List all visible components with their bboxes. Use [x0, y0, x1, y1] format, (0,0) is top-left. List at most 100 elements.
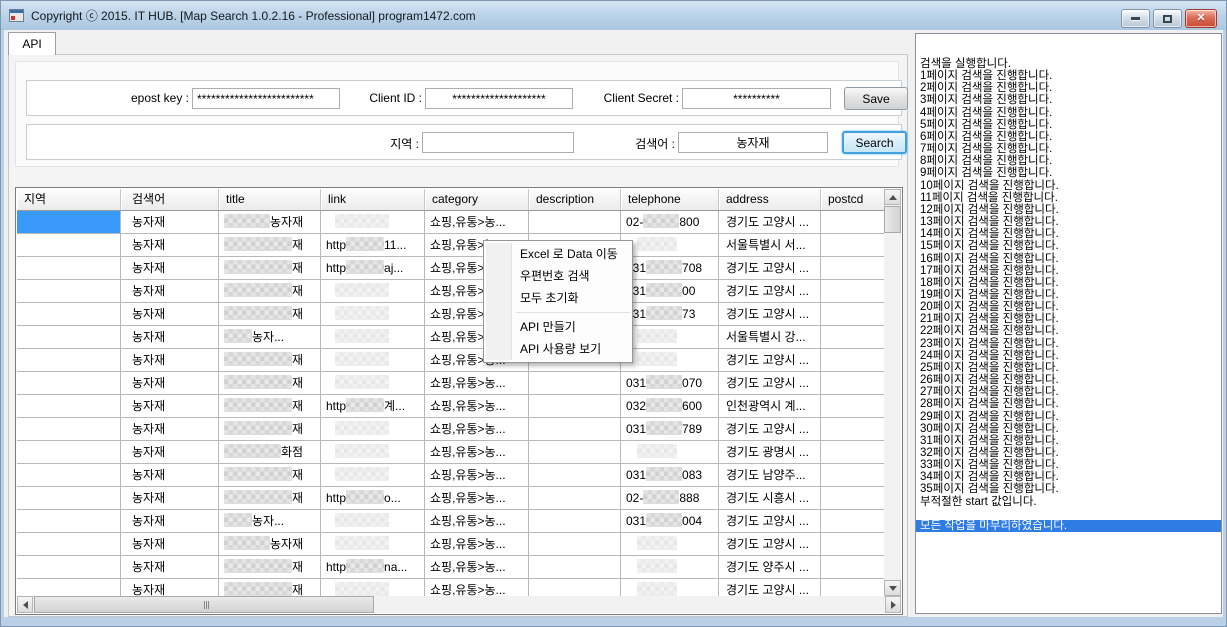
scroll-up-button[interactable]: [884, 189, 901, 205]
cell-category[interactable]: 쇼핑,유통>농...: [425, 418, 529, 441]
cell-keyword[interactable]: 농자재: [121, 533, 219, 556]
log-line[interactable]: 5페이지 검색을 진행합니다.: [920, 119, 1221, 131]
column-header-postcd[interactable]: postcd: [821, 189, 885, 210]
cell-address[interactable]: 경기도 남양주...: [719, 464, 821, 487]
cell-link[interactable]: [321, 418, 425, 441]
cell-keyword[interactable]: 농자재: [121, 372, 219, 395]
cell-region[interactable]: [17, 257, 121, 280]
cell-telephone[interactable]: 031708: [621, 257, 719, 280]
cell-telephone[interactable]: 031070: [621, 372, 719, 395]
log-line[interactable]: 6페이지 검색을 진행합니다.: [920, 131, 1221, 143]
log-line[interactable]: 3페이지 검색을 진행합니다.: [920, 94, 1221, 106]
log-line[interactable]: 12페이지 검색을 진행합니다.: [920, 204, 1221, 216]
cell-telephone[interactable]: [621, 533, 719, 556]
log-line[interactable]: 19페이지 검색을 진행합니다.: [920, 289, 1221, 301]
cell-keyword[interactable]: 농자재: [121, 326, 219, 349]
log-line[interactable]: 26페이지 검색을 진행합니다.: [920, 374, 1221, 386]
cell-keyword[interactable]: 농자재: [121, 579, 219, 596]
log-line[interactable]: 33페이지 검색을 진행합니다.: [920, 459, 1221, 471]
cell-keyword[interactable]: 농자재: [121, 556, 219, 579]
menu-item-excel-export[interactable]: Excel 로 Data 이동: [484, 243, 632, 265]
cell-postcd[interactable]: [821, 533, 884, 556]
cell-category[interactable]: 쇼핑,유통>농...: [425, 510, 529, 533]
tab-api[interactable]: API: [8, 32, 56, 55]
cell-telephone[interactable]: 02-800: [621, 211, 719, 234]
cell-telephone[interactable]: [621, 556, 719, 579]
cell-keyword[interactable]: 농자재: [121, 257, 219, 280]
cell-link[interactable]: [321, 533, 425, 556]
cell-link[interactable]: [321, 303, 425, 326]
cell-address[interactable]: 경기도 시흥시 ...: [719, 487, 821, 510]
cell-telephone[interactable]: 03100: [621, 280, 719, 303]
cell-telephone[interactable]: [621, 234, 719, 257]
cell-address[interactable]: 경기도 고양시 ...: [719, 418, 821, 441]
cell-category[interactable]: 쇼핑,유통>농...: [425, 556, 529, 579]
cell-telephone[interactable]: 031789: [621, 418, 719, 441]
cell-postcd[interactable]: [821, 280, 884, 303]
cell-telephone[interactable]: 02-888: [621, 487, 719, 510]
cell-telephone[interactable]: [621, 441, 719, 464]
log-panel[interactable]: 검색을 실행합니다.1페이지 검색을 진행합니다.2페이지 검색을 진행합니다.…: [915, 33, 1222, 614]
cell-keyword[interactable]: 농자재: [121, 418, 219, 441]
cell-description[interactable]: [529, 418, 621, 441]
cell-postcd[interactable]: [821, 395, 884, 418]
cell-description[interactable]: [529, 372, 621, 395]
cell-keyword[interactable]: 농자재: [121, 234, 219, 257]
log-line[interactable]: 31페이지 검색을 진행합니다.: [920, 435, 1221, 447]
cell-description[interactable]: [529, 211, 621, 234]
cell-description[interactable]: [529, 533, 621, 556]
column-header-description[interactable]: description: [529, 189, 621, 210]
cell-region[interactable]: [17, 579, 121, 596]
log-line[interactable]: 32페이지 검색을 진행합니다.: [920, 447, 1221, 459]
cell-postcd[interactable]: [821, 349, 884, 372]
client-id-field[interactable]: [425, 88, 573, 109]
log-line[interactable]: 4페이지 검색을 진행합니다.: [920, 107, 1221, 119]
log-line[interactable]: 27페이지 검색을 진행합니다.: [920, 386, 1221, 398]
log-line[interactable]: 29페이지 검색을 진행합니다.: [920, 411, 1221, 423]
cell-region[interactable]: [17, 464, 121, 487]
cell-address[interactable]: 경기도 고양시 ...: [719, 280, 821, 303]
cell-title[interactable]: 재: [219, 280, 321, 303]
cell-link[interactable]: [321, 372, 425, 395]
log-line-selected[interactable]: 모든 작업을 마무리하였습니다.: [916, 520, 1221, 532]
cell-address[interactable]: 인천광역시 계...: [719, 395, 821, 418]
cell-address[interactable]: 서울특별시 서...: [719, 234, 821, 257]
cell-category[interactable]: 쇼핑,유통>농...: [425, 533, 529, 556]
cell-link[interactable]: [321, 510, 425, 533]
cell-title[interactable]: 농자...: [219, 326, 321, 349]
cell-region[interactable]: [17, 303, 121, 326]
cell-region[interactable]: [17, 487, 121, 510]
cell-description[interactable]: [529, 395, 621, 418]
log-line[interactable]: 21페이지 검색을 진행합니다.: [920, 313, 1221, 325]
cell-title[interactable]: 재: [219, 556, 321, 579]
log-line[interactable]: 30페이지 검색을 진행합니다.: [920, 423, 1221, 435]
cell-category[interactable]: 쇼핑,유통>농...: [425, 441, 529, 464]
cell-address[interactable]: 경기도 광명시 ...: [719, 441, 821, 464]
column-header-link[interactable]: link: [321, 189, 425, 210]
column-header-telephone[interactable]: telephone: [621, 189, 719, 210]
cell-address[interactable]: 경기도 고양시 ...: [719, 349, 821, 372]
cell-description[interactable]: [529, 579, 621, 596]
log-line[interactable]: 22페이지 검색을 진행합니다.: [920, 325, 1221, 337]
cell-link[interactable]: [321, 280, 425, 303]
cell-title[interactable]: 재: [219, 464, 321, 487]
maximize-button[interactable]: [1153, 9, 1182, 28]
cell-region[interactable]: [17, 510, 121, 533]
column-header-address[interactable]: address: [719, 189, 821, 210]
cell-keyword[interactable]: 농자재: [121, 441, 219, 464]
cell-region[interactable]: [17, 533, 121, 556]
cell-postcd[interactable]: [821, 487, 884, 510]
cell-telephone[interactable]: [621, 349, 719, 372]
cell-title[interactable]: 농자...: [219, 510, 321, 533]
log-line[interactable]: 25페이지 검색을 진행합니다.: [920, 362, 1221, 374]
cell-link[interactable]: [321, 579, 425, 596]
log-line[interactable]: 1페이지 검색을 진행합니다.: [920, 70, 1221, 82]
cell-postcd[interactable]: [821, 326, 884, 349]
log-line[interactable]: 18페이지 검색을 진행합니다.: [920, 277, 1221, 289]
titlebar[interactable]: Copyright ⓒ 2015. IT HUB. [Map Search 1.…: [1, 1, 1226, 30]
cell-postcd[interactable]: [821, 303, 884, 326]
cell-region[interactable]: [17, 372, 121, 395]
cell-keyword[interactable]: 농자재: [121, 510, 219, 533]
cell-link[interactable]: httpna...: [321, 556, 425, 579]
cell-title[interactable]: 재: [219, 257, 321, 280]
